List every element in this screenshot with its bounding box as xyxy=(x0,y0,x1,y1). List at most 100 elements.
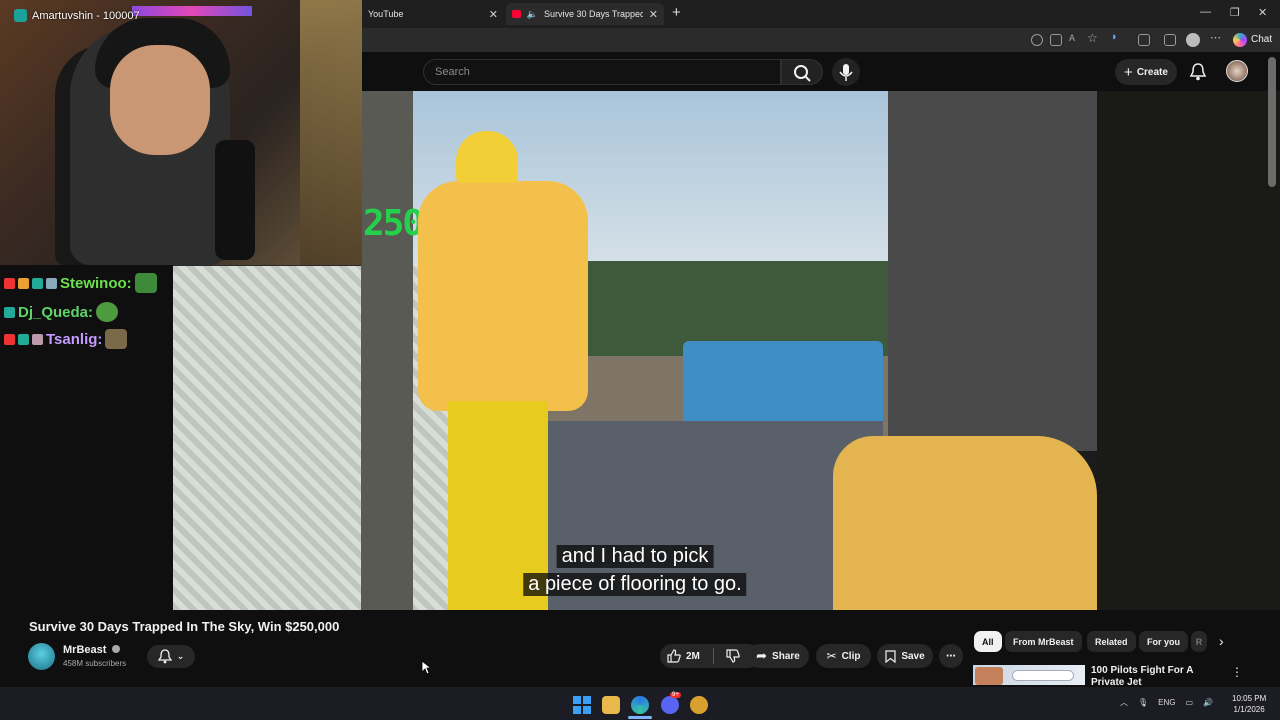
subscription-bell-button[interactable]: ⌄ xyxy=(147,645,195,668)
create-button[interactable]: + Create xyxy=(1115,59,1177,85)
badge-icon xyxy=(4,277,15,289)
close-window-icon[interactable]: ✕ xyxy=(1258,6,1267,19)
chevron-down-icon: ⌄ xyxy=(176,651,185,661)
clock-time: 10:05 PM xyxy=(1232,694,1267,703)
video-scene-pillar xyxy=(888,91,1097,451)
like-button[interactable]: 2M xyxy=(667,649,700,663)
save-button[interactable]: Save xyxy=(877,644,933,668)
system-tray: ︿ 🎙 ENG ▭ 🔊 xyxy=(1120,697,1213,708)
share-button[interactable]: ➦ Share xyxy=(747,644,809,668)
more-horizontal-icon: ⋯ xyxy=(946,650,956,662)
chevron-up-icon[interactable]: ︿ xyxy=(1120,697,1128,708)
chip-for-you[interactable]: For you xyxy=(1139,631,1188,652)
close-tab-icon[interactable]: ✕ xyxy=(649,8,658,21)
speaker-icon[interactable]: 🔈 xyxy=(527,9,538,20)
share-label: Share xyxy=(772,650,800,662)
chat-button[interactable]: Chat xyxy=(1251,34,1272,45)
chip-from-mrbeast[interactable]: From MrBeast xyxy=(1005,631,1082,652)
tab-label: Survive 30 Days Trapped In Th xyxy=(543,9,643,19)
video-scene-blanket xyxy=(833,436,1097,610)
more-vertical-icon[interactable]: ⋮ xyxy=(1231,665,1243,679)
mouse-cursor-icon xyxy=(421,660,431,675)
youtube-favicon-icon xyxy=(512,10,521,18)
channel-avatar[interactable] xyxy=(28,643,55,670)
microphone-tray-icon[interactable]: 🎙 xyxy=(1138,698,1148,707)
chevron-right-icon[interactable]: › xyxy=(1219,633,1224,649)
clip-button[interactable]: ✂ Clip xyxy=(816,644,871,668)
search-icon xyxy=(794,65,811,82)
favorite-star-icon[interactable]: ☆ xyxy=(1087,31,1098,45)
restore-icon[interactable]: ❐ xyxy=(1230,6,1240,19)
dislike-button[interactable] xyxy=(726,649,740,663)
copilot-icon[interactable] xyxy=(1233,33,1247,47)
collections-icon[interactable] xyxy=(1164,34,1176,46)
extensions-puzzle-icon[interactable] xyxy=(1138,34,1150,46)
chat-username: Stewinoo: xyxy=(60,274,132,292)
recommendation-thumbnail[interactable] xyxy=(973,665,1085,685)
share-arrow-icon: ➦ xyxy=(756,648,768,663)
file-explorer-icon[interactable] xyxy=(602,696,620,714)
new-tab-button[interactable]: + xyxy=(672,4,681,21)
rgb-light-strip xyxy=(132,6,252,16)
voice-search-button[interactable] xyxy=(832,58,860,86)
minimize-icon[interactable]: — xyxy=(1200,6,1211,18)
badge-icon xyxy=(4,306,15,318)
chip-related[interactable]: Related xyxy=(1087,631,1136,652)
chat-message: Stewinoo: xyxy=(4,273,157,293)
recommendation-title[interactable]: 100 Pilots Fight For A Private Jet xyxy=(1091,665,1221,685)
extension-icon[interactable]: ◗ xyxy=(1111,31,1118,43)
active-app-indicator xyxy=(628,716,652,719)
caption-line: a piece of flooring to go. xyxy=(523,573,747,596)
video-scene-person xyxy=(418,131,593,610)
bookmark-icon xyxy=(885,649,896,663)
chat-username: Dj_Queda: xyxy=(18,303,94,321)
notifications-bell-icon[interactable] xyxy=(1189,62,1207,82)
windows-start-icon[interactable] xyxy=(573,696,591,714)
translate-icon[interactable] xyxy=(1031,34,1043,46)
chat-message: Tsanlig: xyxy=(4,329,128,349)
like-count: 2M xyxy=(686,650,700,662)
close-tab-icon[interactable]: ✕ xyxy=(489,8,498,21)
read-aloud-icon[interactable]: A xyxy=(1069,33,1075,43)
account-avatar[interactable] xyxy=(1226,60,1248,82)
tab-label: YouTube xyxy=(368,9,404,19)
tab-youtube[interactable]: YouTube ✕ xyxy=(362,3,504,25)
thumbs-up-icon xyxy=(667,649,681,663)
pepe-emote-icon xyxy=(96,302,119,322)
channel-name[interactable]: MrBeast xyxy=(63,644,121,656)
more-actions-button[interactable]: ⋯ xyxy=(939,644,963,668)
chip-truncated[interactable]: R xyxy=(1191,631,1207,652)
taskbar-clock[interactable]: 10:05 PM 1/1/2026 xyxy=(1232,693,1266,715)
volume-icon[interactable]: 🔊 xyxy=(1203,698,1213,707)
clock-date: 1/1/2026 xyxy=(1233,705,1265,714)
browser-tab-strip: YouTube ✕ 🔈 Survive 30 Days Trapped In T… xyxy=(362,0,1280,28)
search-input[interactable]: Search xyxy=(423,59,781,85)
page-scrollbar[interactable] xyxy=(1268,57,1276,187)
chip-all[interactable]: All xyxy=(974,631,1002,652)
more-menu-icon[interactable]: ⋯ xyxy=(1210,31,1221,44)
chat-username: Tsanlig: xyxy=(46,330,103,348)
subscriber-count: 458M subscribers xyxy=(63,659,127,668)
scissors-icon: ✂ xyxy=(826,649,837,663)
channel-name-label: MrBeast xyxy=(63,644,107,656)
youtube-header: Search + Create xyxy=(362,52,1280,91)
clip-label: Clip xyxy=(841,650,861,662)
like-dislike-group: 2M xyxy=(660,644,760,668)
network-icon[interactable]: ▭ xyxy=(1186,698,1194,707)
plus-icon: + xyxy=(1124,63,1133,81)
thumbnail-face xyxy=(975,667,1003,685)
discord-icon[interactable] xyxy=(661,696,679,714)
edge-browser-icon[interactable] xyxy=(631,696,649,714)
video-title: Survive 30 Days Trapped In The Sky, Win … xyxy=(29,619,340,634)
notification-badge: 9+ xyxy=(670,692,681,698)
video-scene-frame xyxy=(361,91,413,610)
profile-avatar[interactable] xyxy=(1186,33,1200,47)
language-indicator[interactable]: ENG xyxy=(1158,698,1175,707)
search-button[interactable] xyxy=(781,59,823,85)
apps-icon[interactable] xyxy=(1050,34,1062,46)
app-icon[interactable] xyxy=(690,696,708,714)
stream-chat-overlay: Stewinoo: Dj_Queda: Tsanlig: xyxy=(0,265,173,610)
streamer-webcam: Amartuvshin - 100007 xyxy=(0,0,362,265)
caption-line: and I had to pick xyxy=(556,545,714,568)
tab-video[interactable]: 🔈 Survive 30 Days Trapped In Th ✕ xyxy=(506,3,664,25)
